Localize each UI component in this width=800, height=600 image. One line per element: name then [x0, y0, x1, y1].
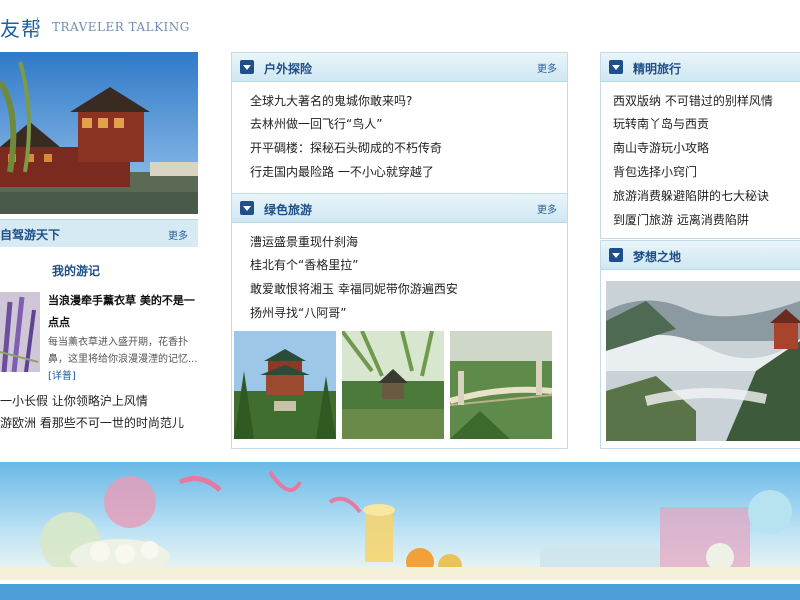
- bamboo-pavilion-thumbnail[interactable]: [342, 331, 444, 439]
- smart-link-item[interactable]: 西双版纳 不可错过的别样风情: [613, 92, 773, 109]
- smart-link-item[interactable]: 南山寺游玩小攻略: [613, 139, 709, 156]
- green-more-link[interactable]: 更多: [537, 201, 557, 216]
- brand-subtitle: TRAVELER TALKING: [52, 20, 190, 34]
- smart-link-item[interactable]: 旅游消费躲避陷阱的七大秘诀: [613, 187, 769, 204]
- left-link-item[interactable]: 一小长假 让你领略沪上风情: [0, 392, 148, 409]
- smart-panel-title[interactable]: 精明旅行: [633, 60, 681, 77]
- green-link-item[interactable]: 漕运盛景重现什刹海: [250, 233, 358, 250]
- outdoor-panel-title[interactable]: 户外探险: [264, 60, 312, 77]
- smart-travel-panel: 精明旅行 西双版纳 不可错过的别样风情 玩转南丫岛与西贡 南山寺游玩小攻略 背包…: [600, 52, 800, 239]
- chevron-down-icon: [240, 60, 254, 74]
- featured-note-desc-text: 每当薰衣草进入盛开期，花香扑鼻，这里将给你浪漫漫湮的记忆...: [48, 337, 198, 365]
- chevron-down-icon: [609, 60, 623, 74]
- chevron-down-icon: [240, 201, 254, 215]
- pagoda-thumbnail[interactable]: [234, 331, 336, 439]
- left-link-item[interactable]: 游欧洲 看那些不可一世的时尚范儿: [0, 414, 184, 431]
- featured-note-more-link[interactable]: [详普]: [48, 371, 76, 382]
- green-link-item[interactable]: 敢爱敢恨将湘玉 幸福同妮带你游遍西安: [250, 280, 458, 297]
- road-trip-title[interactable]: 自驾游天下: [0, 226, 60, 243]
- dream-panel-header: 梦想之地: [601, 241, 800, 270]
- green-travel-panel: 绿色旅游 更多 漕运盛景重现什刹海 桂北有个“香格里拉” 敢爱敢恨将湘玉 幸福同…: [231, 193, 568, 449]
- outdoor-link-item[interactable]: 行走国内最险路 一不小心就穿越了: [250, 163, 434, 180]
- outdoor-link-item[interactable]: 全球九大著名的鬼城你敢来吗?: [250, 92, 412, 109]
- green-panel-header: 绿色旅游 更多: [232, 194, 567, 223]
- chevron-down-icon: [609, 248, 623, 262]
- featured-note-desc: 每当薰衣草进入盛开期，花香扑鼻，这里将给你浪漫漫湮的记忆... [详普]: [48, 334, 198, 385]
- misty-mountain-photo[interactable]: [606, 281, 800, 441]
- outdoor-more-link[interactable]: 更多: [537, 60, 557, 75]
- brand-title: 友帮: [0, 17, 42, 41]
- road-trip-more-link[interactable]: 更多: [168, 227, 188, 242]
- road-trip-bar: 自驾游天下 更多: [0, 219, 198, 247]
- smart-link-item[interactable]: 背包选择小窍门: [613, 163, 697, 180]
- smart-link-item[interactable]: 到厦门旅游 远离消费陷阱: [613, 211, 749, 228]
- green-link-item[interactable]: 桂北有个“香格里拉”: [250, 256, 358, 273]
- smart-link-item[interactable]: 玩转南丫岛与西贡: [613, 115, 709, 132]
- travel-notes-title[interactable]: 我的游记: [52, 262, 100, 279]
- green-panel-title[interactable]: 绿色旅游: [264, 201, 312, 218]
- featured-note-title[interactable]: 当浪漫牵手薰衣草 美的不是一点点: [48, 290, 198, 334]
- brand-divider: [37, 17, 38, 35]
- decorative-banner: [0, 462, 800, 580]
- outdoor-panel: 户外探险 更多 全球九大著名的鬼城你敢来吗? 去林州做一回飞行“鸟人” 开平碉楼…: [231, 52, 568, 194]
- smart-panel-header: 精明旅行: [601, 53, 800, 82]
- outdoor-link-item[interactable]: 去林州做一回飞行“鸟人”: [250, 115, 382, 132]
- outdoor-panel-header: 户外探险 更多: [232, 53, 567, 82]
- bottom-strip: [0, 584, 800, 600]
- green-link-item[interactable]: 扬州寻找“八阿哥”: [250, 304, 346, 321]
- page-header: 友帮 TRAVELER TALKING: [0, 0, 800, 50]
- cliff-bridge-thumbnail[interactable]: [450, 331, 552, 439]
- lavender-photo[interactable]: [0, 292, 40, 372]
- road-trip-photo[interactable]: [0, 52, 198, 214]
- dream-panel-title[interactable]: 梦想之地: [633, 248, 681, 265]
- outdoor-link-item[interactable]: 开平碉楼：探秘石头砌成的不朽传奇: [250, 139, 442, 156]
